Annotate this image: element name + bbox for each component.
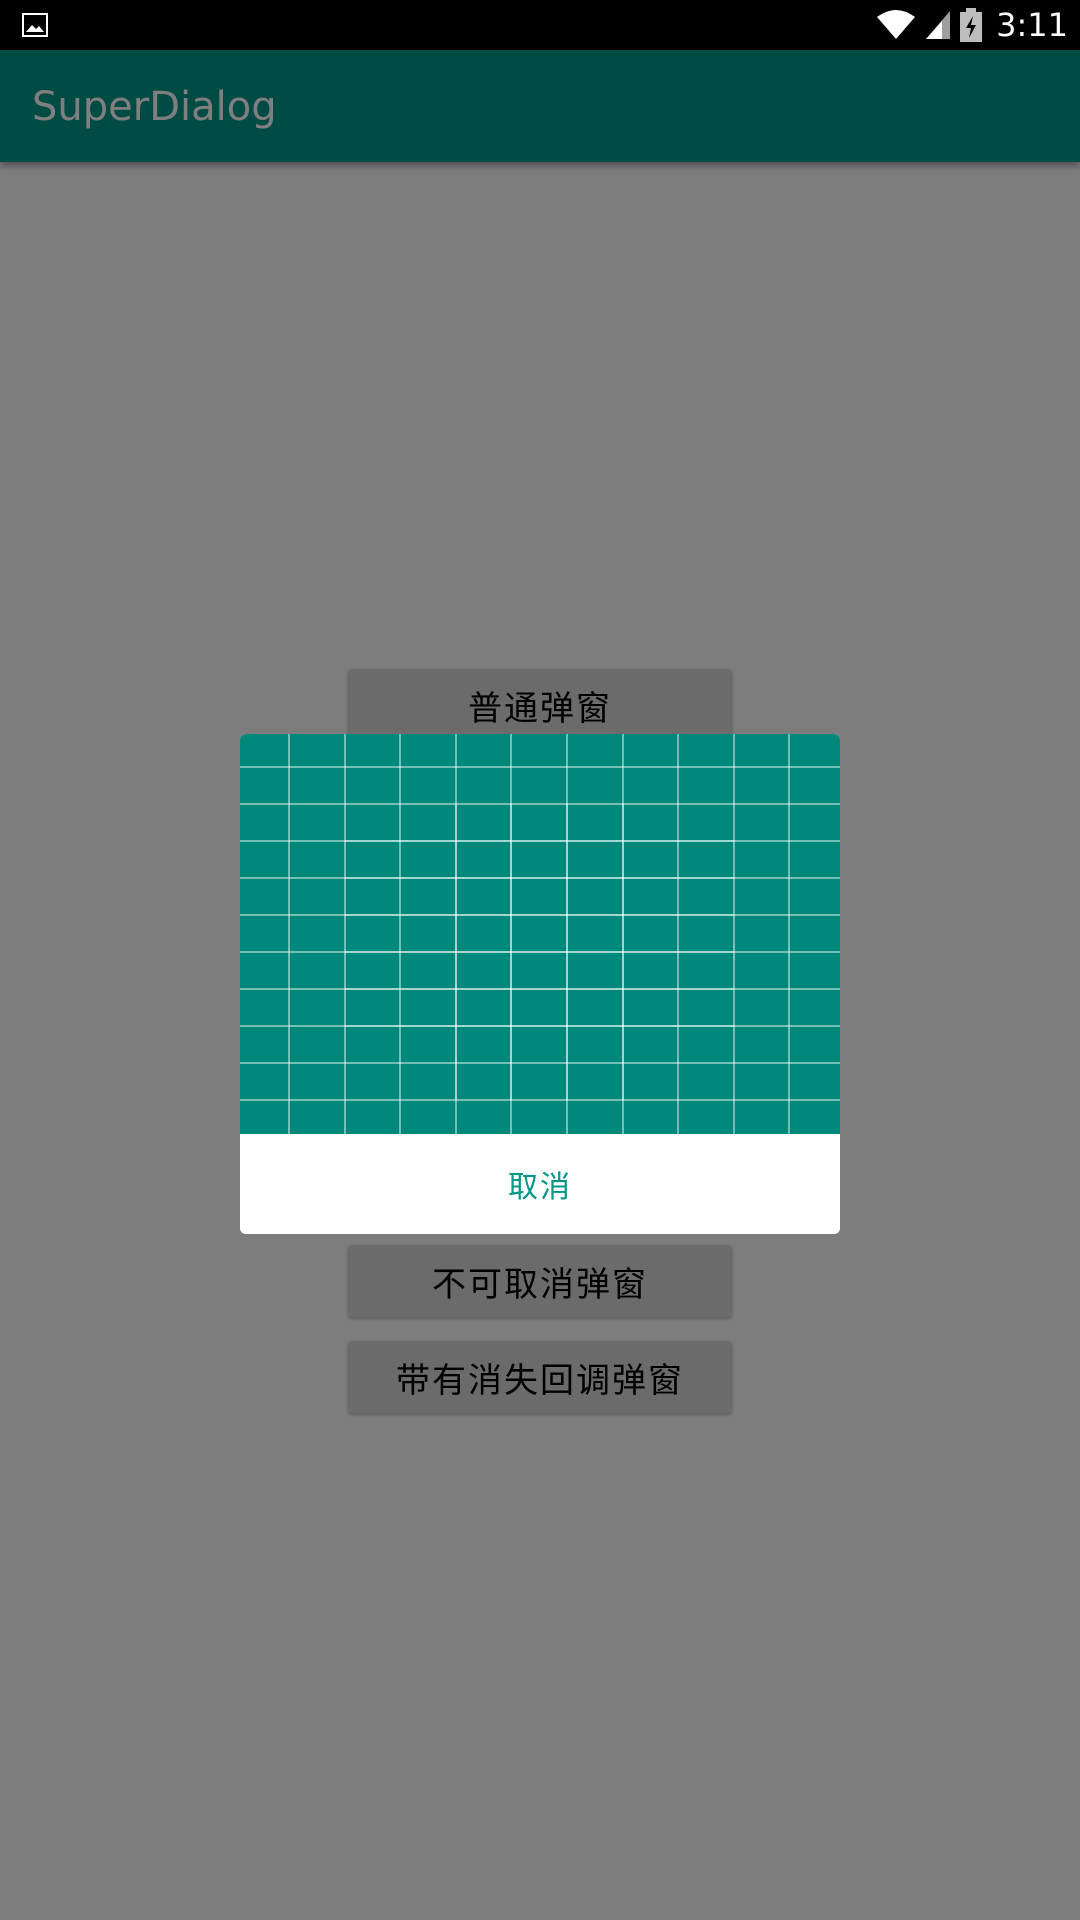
signal-icon <box>926 11 951 39</box>
screen: 3:11 SuperDialog 普通弹窗 不可取消弹窗 带有消失回调弹窗 <box>0 0 1080 1920</box>
photo-icon <box>22 13 48 37</box>
status-bar: 3:11 <box>0 0 1080 50</box>
battery-charging-icon <box>960 8 983 42</box>
dialog-grid-image <box>240 734 840 1134</box>
status-icons: 3:11 <box>876 0 1068 50</box>
status-clock: 3:11 <box>996 6 1068 44</box>
dialog-cancel-button[interactable]: 取消 <box>240 1134 840 1234</box>
wifi-icon <box>877 10 916 39</box>
dialog: 取消 <box>240 734 840 1234</box>
grid-pattern <box>240 734 840 1134</box>
